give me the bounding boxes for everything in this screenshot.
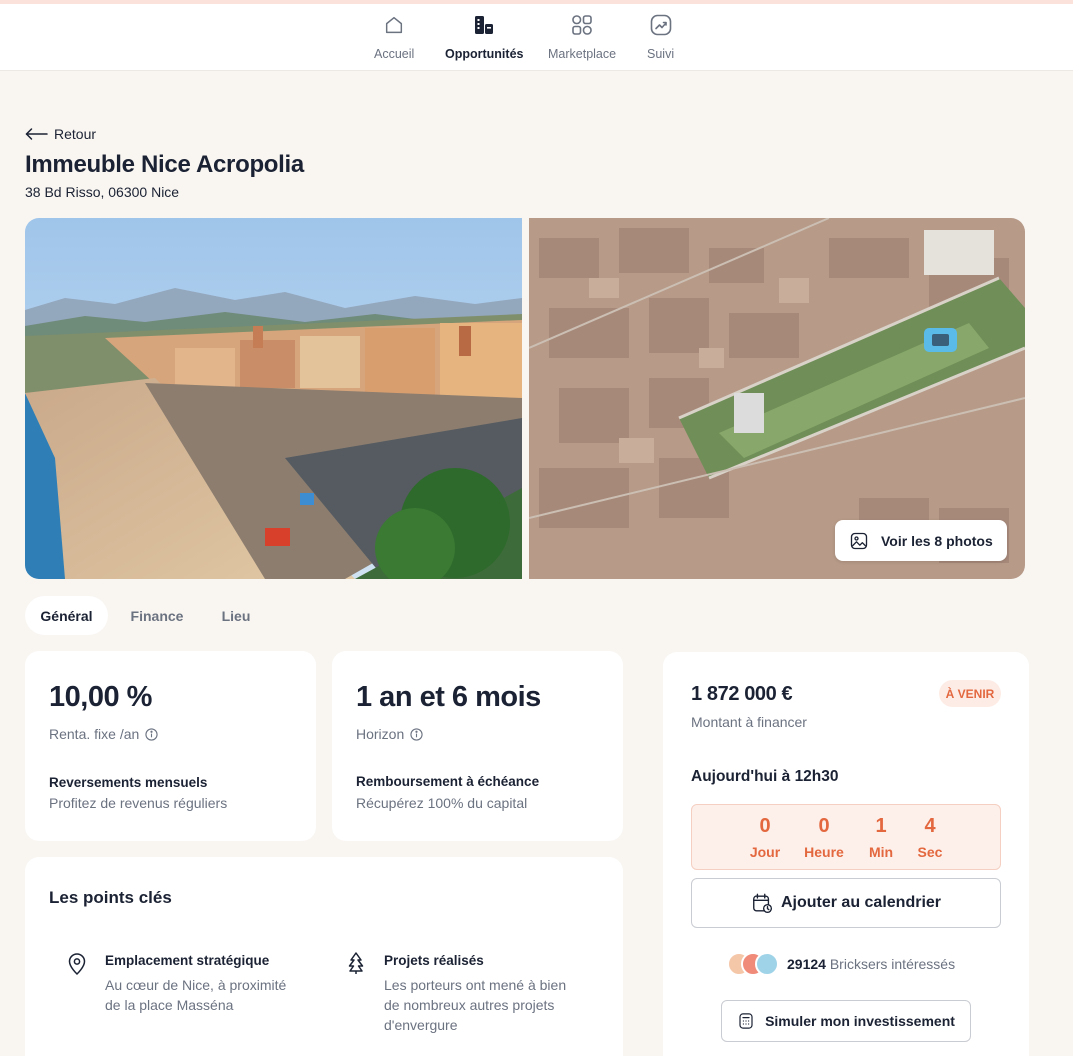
key-point-line: Les porteurs ont mené à bien [384,977,567,993]
nav-label: Suivi [647,47,675,61]
launch-time: Aujourd'hui à 12h30 [691,768,839,785]
info-icon[interactable] [145,727,158,741]
nav-label: Marketplace [548,47,617,61]
horizon-value: 1 an et 6 mois [356,681,541,713]
photo-promenade[interactable] [25,218,522,579]
location-pin-icon [68,953,86,976]
interested-avatars [727,952,779,976]
interested-label: Bricksers intéressés [829,956,956,972]
rent-label: Renta. fixe /an [49,726,158,742]
rent-label-text: Renta. fixe /an [49,726,140,742]
simulate-investment-button[interactable]: Simuler mon investissement [721,1000,971,1042]
avatar [755,952,779,976]
buildings-icon [471,12,497,38]
horizon-label: Horizon [356,726,423,742]
back-link[interactable]: Retour [25,126,96,142]
property-address: 38 Bd Risso, 06300 Nice [25,184,180,200]
add-to-calendar-label: Ajouter au calendrier [780,894,942,911]
calculator-icon [739,1013,753,1029]
info-icon[interactable] [410,727,423,741]
chart-up-icon [648,12,674,38]
nav-item-suivi[interactable]: Suivi [647,12,674,61]
nav-label: Accueil [374,47,415,61]
countdown-seconds: 4 Sec [900,815,960,860]
interested-count: 29124 Bricksers intéressés [787,956,955,972]
nav-item-accueil[interactable]: Accueil [374,12,414,61]
view-photos-button[interactable]: Voir les 8 photos [835,520,1007,561]
image-icon [850,532,868,549]
rent-value: 10,00 % [49,681,152,713]
key-points-title: Les points clés [49,888,172,907]
key-point-line: d'envergure [384,1017,458,1033]
key-point-title: Emplacement stratégique [105,953,270,968]
nav-label: Opportunités [445,47,524,61]
key-point-title: Projets réalisés [384,953,484,968]
simulate-investment-label: Simuler mon investissement [765,1013,955,1029]
tab-general[interactable]: Général [25,596,108,635]
countdown-timer: 0 Jour 0 Heure 1 Min 4 Sec [691,804,1001,870]
countdown-value: 0 [818,815,830,837]
view-photos-label: Voir les 8 photos [881,532,993,549]
key-point-line: de nombreux autres projets [384,997,555,1013]
marketplace-icon [569,12,595,38]
tab-lieu[interactable]: Lieu [206,596,266,635]
calendar-icon [753,893,773,914]
horizon-card: 1 an et 6 mois Horizon Remboursement à é… [332,651,623,841]
countdown-unit: Sec [917,844,943,860]
tab-finance[interactable]: Finance [118,596,196,635]
horizon-detail-title: Remboursement à échéance [356,774,540,789]
home-icon [381,12,407,38]
key-point-text: Au cœur de Nice, à proximité de la place… [105,975,286,1015]
arrow-left-icon [25,128,48,140]
funding-amount-label: Montant à financer [691,714,807,730]
tree-icon [348,952,364,974]
rent-detail-title: Reversements mensuels [49,775,208,790]
countdown-value: 0 [759,815,771,837]
back-label: Retour [54,126,97,142]
add-to-calendar-button[interactable]: Ajouter au calendrier [691,878,1001,928]
countdown-days: 0 Jour [735,815,795,860]
horizon-detail-text: Récupérez 100% du capital [356,795,528,811]
countdown-value: 4 [924,815,936,837]
key-point-line: de la place Masséna [105,997,234,1013]
page-title: Immeuble Nice Acropolia [25,151,304,178]
countdown-unit: Heure [804,844,844,860]
rent-card: 10,00 % Renta. fixe /an Reversements men… [25,651,316,841]
rent-detail-text: Profitez de revenus réguliers [49,795,228,811]
interested-number: 29124 [787,956,826,972]
horizon-label-text: Horizon [356,726,405,742]
status-badge: À VENIR [939,680,1001,707]
funding-amount: 1 872 000 € [691,683,793,705]
key-point-line: Au cœur de Nice, à proximité [105,977,287,993]
countdown-hours: 0 Heure [794,815,854,860]
top-navigation: Accueil Opportunités Marketplace Suivi [0,4,1073,71]
nav-item-opportunites[interactable]: Opportunités [445,12,523,61]
key-point-text: Les porteurs ont mené à bien de nombreux… [384,975,566,1035]
nav-item-marketplace[interactable]: Marketplace [548,12,616,61]
countdown-unit: Jour [749,844,781,860]
